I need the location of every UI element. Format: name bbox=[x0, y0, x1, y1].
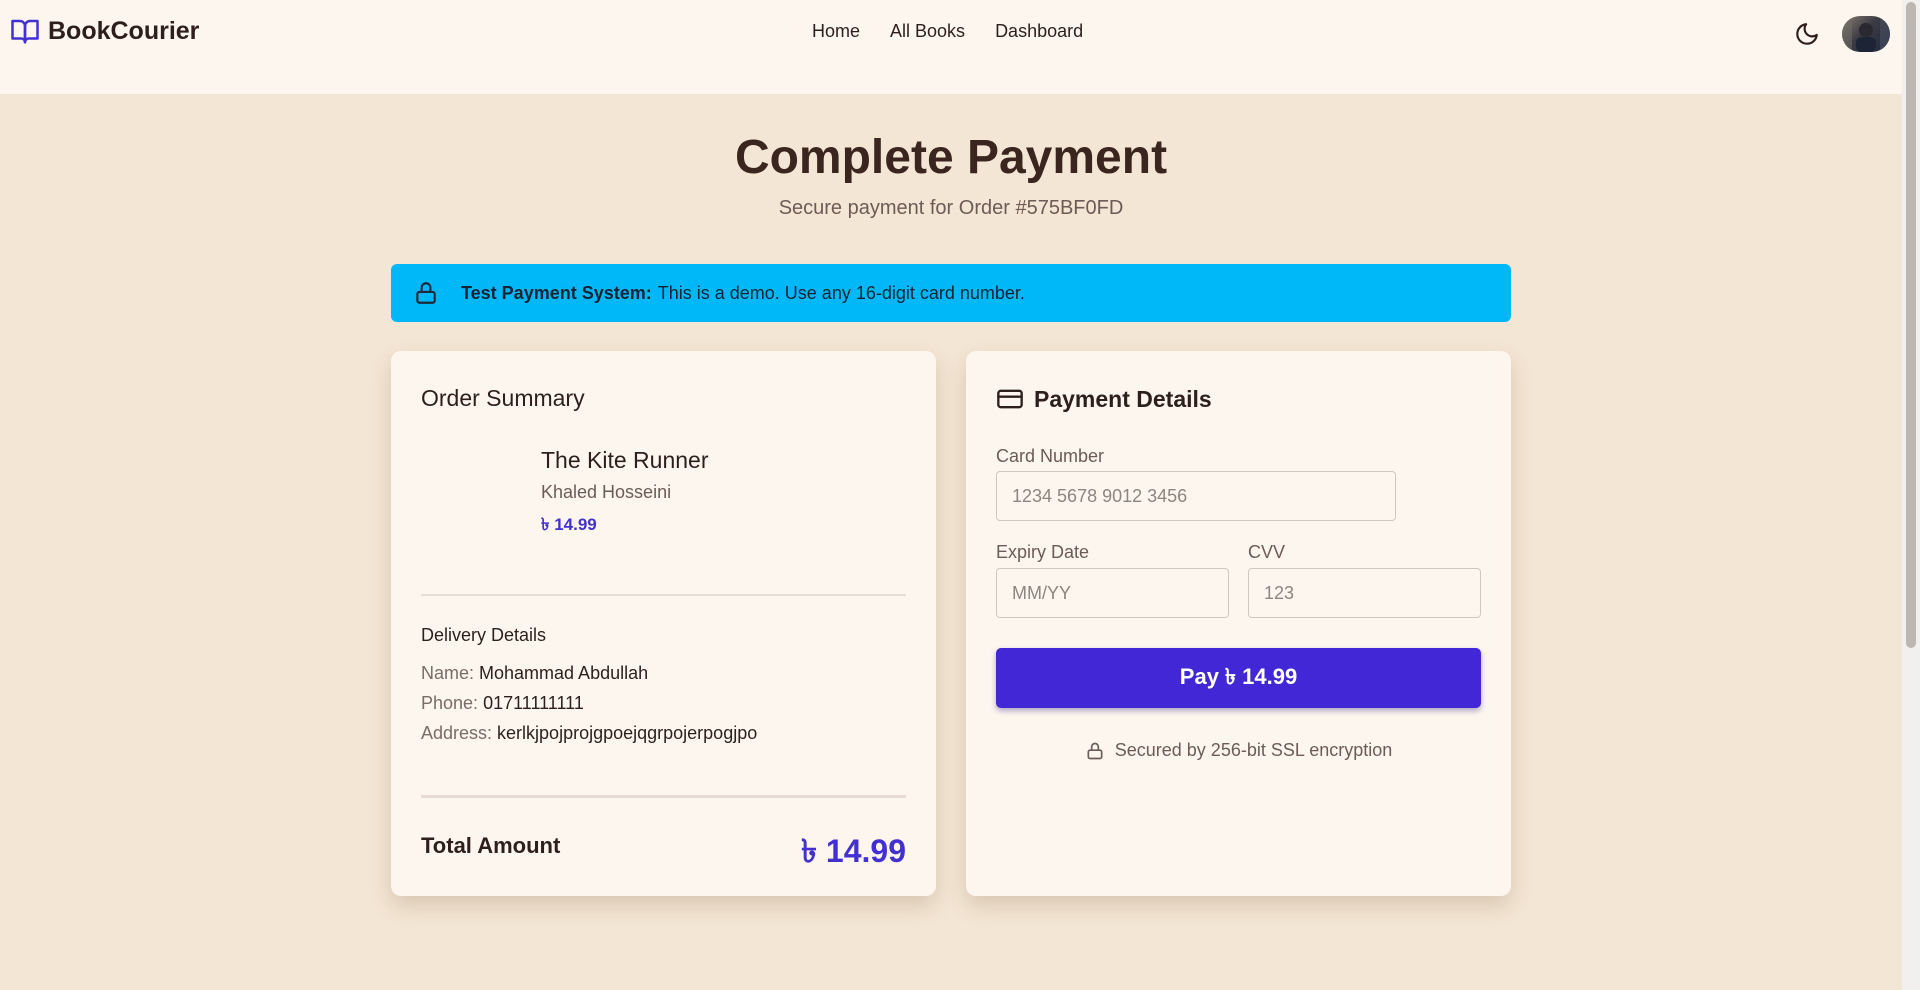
nav-link-all-books[interactable]: All Books bbox=[890, 21, 965, 42]
divider bbox=[421, 594, 906, 596]
user-avatar[interactable] bbox=[1842, 16, 1890, 52]
payment-details-title-text: Payment Details bbox=[1034, 385, 1212, 412]
open-book-icon bbox=[11, 19, 39, 44]
nav-links: Home All Books Dashboard bbox=[812, 21, 1083, 42]
brand-link[interactable]: BookCourier bbox=[10, 16, 199, 46]
alert-text: This is a demo. Use any 16-digit card nu… bbox=[657, 282, 1025, 303]
card-number-input[interactable] bbox=[996, 471, 1396, 521]
avatar-image bbox=[1842, 16, 1890, 52]
page-title: Complete Payment bbox=[734, 131, 1168, 184]
order-summary-title: Order Summary bbox=[421, 385, 585, 412]
delivery-name-label: Name: bbox=[421, 663, 475, 683]
divider bbox=[421, 795, 906, 798]
delivery-phone-row: Phone: 01711111111 bbox=[421, 693, 584, 714]
scrollbar-thumb[interactable] bbox=[1906, 2, 1916, 648]
book-title: The Kite Runner bbox=[541, 447, 709, 473]
card-number-label: Card Number bbox=[996, 446, 1105, 466]
payment-details-card: Payment Details Card Number Expiry Date … bbox=[966, 351, 1511, 896]
navbar: BookCourier Home All Books Dashboard bbox=[0, 0, 1902, 94]
secure-note: Secured by 256-bit SSL encryption bbox=[966, 740, 1511, 761]
expiry-date-label: Expiry Date bbox=[996, 542, 1090, 562]
brand-name: BookCourier bbox=[48, 16, 200, 45]
alert-title: Test Payment System: bbox=[461, 282, 652, 303]
page-subtitle: Secure payment for Order #575BF0FD bbox=[778, 197, 1124, 219]
order-summary-title-text: Order Summary bbox=[421, 385, 585, 411]
lock-icon bbox=[1087, 742, 1103, 759]
cvv-label: CVV bbox=[1248, 542, 1286, 562]
cvv-input[interactable] bbox=[1248, 568, 1481, 618]
delivery-heading: Delivery Details bbox=[421, 625, 547, 645]
book-author: Khaled Hosseini bbox=[541, 482, 672, 502]
nav-link-home[interactable]: Home bbox=[812, 21, 860, 42]
delivery-address-value: kerlkjpojprojgpoejqgrpojerpogjpo bbox=[497, 723, 758, 743]
delivery-phone-label: Phone: bbox=[421, 693, 479, 713]
test-payment-alert: Test Payment System: This is a demo. Use… bbox=[391, 264, 1511, 322]
delivery-name-row: Name: Mohammad Abdullah bbox=[421, 663, 648, 684]
payment-details-title: Payment Details bbox=[996, 385, 1212, 413]
moon-icon[interactable] bbox=[1794, 21, 1820, 47]
order-summary-card: Order Summary The Kite Runner Khaled Hos… bbox=[391, 351, 936, 896]
lock-icon bbox=[416, 282, 436, 304]
secure-note-text: Secured by 256-bit SSL encryption bbox=[1114, 740, 1393, 760]
total-amount-value: ৳ 14.99 bbox=[801, 833, 906, 869]
scrollbar[interactable] bbox=[1902, 0, 1920, 990]
delivery-address-label: Address: bbox=[421, 723, 493, 743]
delivery-address-row: Address: kerlkjpojprojgpoejqgrpojerpogjpo bbox=[421, 723, 757, 744]
total-amount-label: Total Amount bbox=[421, 833, 561, 858]
pay-button[interactable]: Pay ৳ 14.99 bbox=[996, 648, 1481, 708]
delivery-name-value: Mohammad Abdullah bbox=[479, 663, 649, 683]
expiry-date-input[interactable] bbox=[996, 568, 1229, 618]
book-price: ৳ 14.99 bbox=[541, 515, 597, 534]
credit-card-icon bbox=[997, 389, 1023, 409]
nav-link-dashboard[interactable]: Dashboard bbox=[995, 21, 1083, 42]
delivery-phone-value: 01711111111 bbox=[483, 693, 584, 713]
